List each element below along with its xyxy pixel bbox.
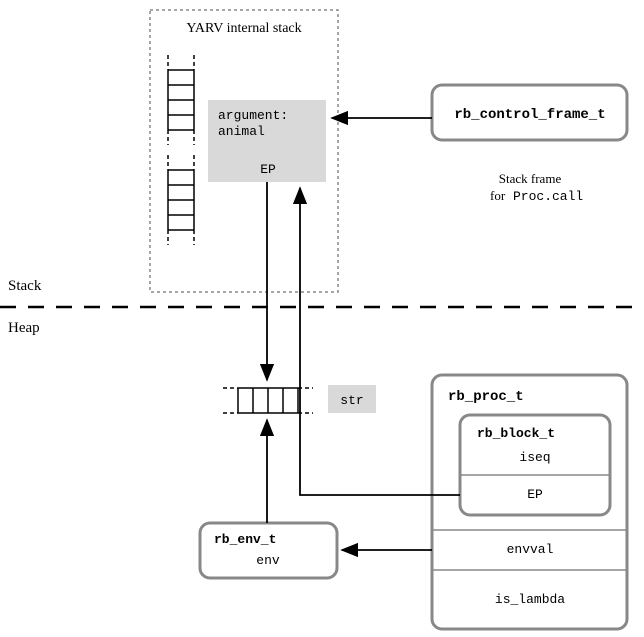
iseq-label: iseq (519, 450, 550, 465)
rb-env-t-label: rb_env_t (214, 532, 276, 547)
argument-line2: animal (218, 124, 265, 139)
yarv-title: YARV internal stack (186, 21, 301, 36)
arrow-block-ep-to-argument (300, 188, 460, 495)
heap-label: Heap (8, 320, 40, 336)
stack-frame-line2-group: for Proc.call (490, 188, 583, 204)
env-label: env (256, 553, 280, 568)
ep-small: EP (260, 162, 276, 177)
ep-block-label: EP (527, 487, 543, 502)
ladder-top-icon (168, 55, 194, 145)
ladder-bottom-icon (168, 155, 194, 245)
is-lambda-label: is_lambda (495, 592, 565, 607)
svg-text:for: for (490, 188, 506, 203)
rb-proc-t-label: rb_proc_t (448, 389, 524, 405)
rb-control-frame-label: rb_control_frame_t (454, 107, 605, 123)
str-label: str (340, 393, 363, 408)
stack-frame-line1: Stack frame (499, 171, 562, 186)
stack-label: Stack (8, 278, 42, 294)
rb-block-t-label: rb_block_t (477, 426, 555, 441)
envval-label: envval (507, 542, 554, 557)
svg-text:Proc.call: Proc.call (513, 189, 583, 204)
argument-line1: argument: (218, 108, 288, 123)
